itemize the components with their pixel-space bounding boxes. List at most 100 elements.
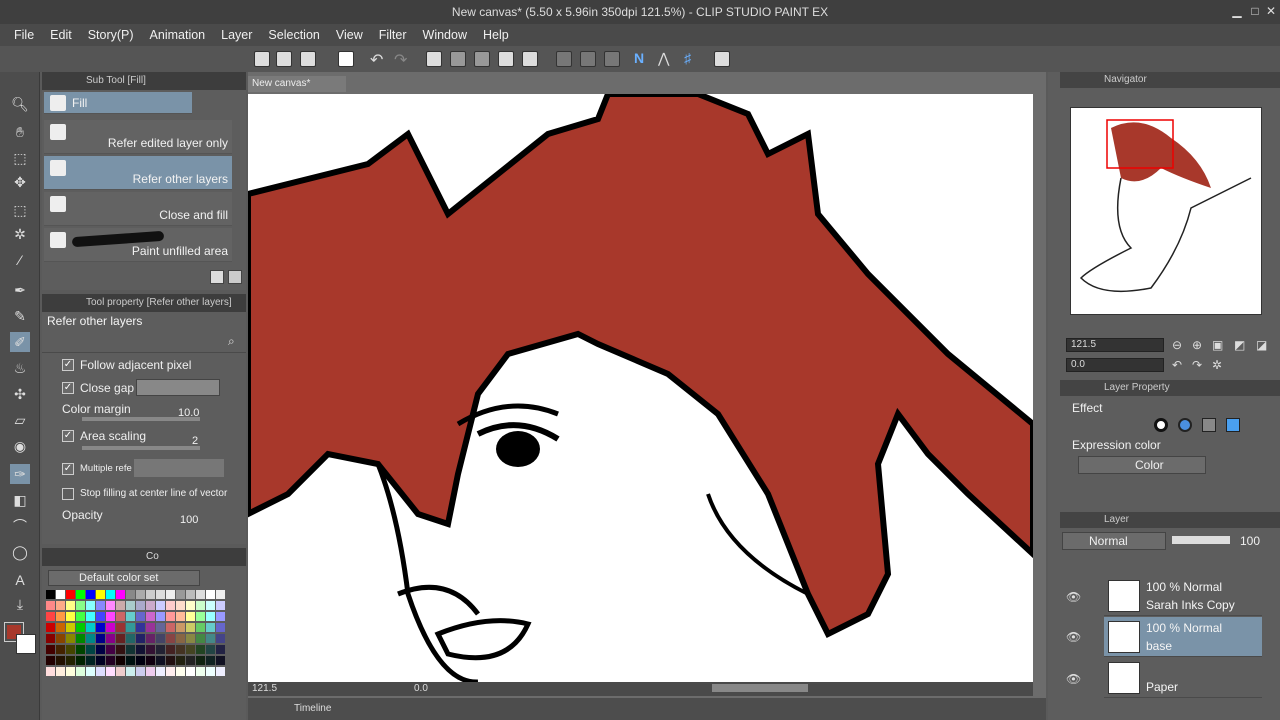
selection-tool-icon[interactable]: ⬚	[10, 200, 30, 220]
multiple-refer-options[interactable]	[134, 459, 224, 477]
close-gap-selector[interactable]	[136, 379, 220, 396]
color-swatch[interactable]	[176, 656, 185, 665]
color-swatch[interactable]	[106, 634, 115, 643]
color-swatch[interactable]	[76, 590, 85, 599]
color-swatch[interactable]	[116, 634, 125, 643]
color-swatch[interactable]	[126, 656, 135, 665]
subtool-item-close-fill[interactable]: Close and fill	[44, 192, 232, 226]
color-swatch[interactable]	[66, 645, 75, 654]
fill-tool-icon[interactable]: ✑	[10, 464, 30, 484]
close-button[interactable]: ✕	[1262, 3, 1280, 19]
reset-rotation-icon[interactable]: ✲	[1212, 358, 1222, 372]
colorset-dropdown[interactable]: Default color set	[48, 570, 200, 586]
horizontal-scrollbar[interactable]	[712, 684, 808, 692]
color-swatch[interactable]	[66, 656, 75, 665]
deselect-icon[interactable]	[474, 51, 490, 67]
menu-help[interactable]: Help	[475, 28, 517, 42]
color-swatch[interactable]	[126, 667, 135, 676]
color-swatch[interactable]	[56, 667, 65, 676]
color-swatch[interactable]	[196, 634, 205, 643]
menu-story[interactable]: Story(P)	[80, 28, 142, 42]
menu-view[interactable]: View	[328, 28, 371, 42]
color-swatch[interactable]	[106, 667, 115, 676]
color-swatch[interactable]	[56, 612, 65, 621]
color-swatch[interactable]	[206, 656, 215, 665]
blend-mode-dropdown[interactable]: Normal	[1062, 532, 1166, 550]
color-swatch[interactable]	[116, 623, 125, 632]
color-swatch[interactable]	[66, 601, 75, 610]
color-swatch[interactable]	[56, 645, 65, 654]
pencil-tool-icon[interactable]: ✎	[10, 306, 30, 326]
color-swatch[interactable]	[216, 590, 225, 599]
color-swatch[interactable]	[96, 656, 105, 665]
minimize-button[interactable]: ▁	[1228, 3, 1246, 19]
snap-special-ruler-icon[interactable]: ⋀	[658, 50, 669, 67]
subtool-item-refer-other[interactable]: Refer other layers	[44, 156, 232, 190]
color-swatch[interactable]	[126, 634, 135, 643]
color-swatch[interactable]	[186, 645, 195, 654]
invert-selection-icon[interactable]	[498, 51, 514, 67]
color-swatch[interactable]	[216, 645, 225, 654]
color-swatch[interactable]	[66, 612, 75, 621]
navigator-thumbnail[interactable]	[1070, 107, 1262, 315]
color-swatch[interactable]	[96, 590, 105, 599]
view-options-icon[interactable]	[714, 51, 730, 67]
search-icon[interactable]: ⌕	[228, 334, 235, 349]
color-swatch[interactable]	[166, 601, 175, 610]
color-swatch[interactable]	[96, 667, 105, 676]
decoration-tool-icon[interactable]: ✣	[10, 384, 30, 404]
pen-tool-icon[interactable]: ✒︎	[10, 280, 30, 300]
open-file-icon[interactable]	[276, 51, 292, 67]
color-swatch[interactable]	[166, 667, 175, 676]
color-swatch[interactable]	[86, 667, 95, 676]
color-swatch[interactable]	[166, 656, 175, 665]
color-swatch[interactable]	[86, 645, 95, 654]
move-layer-tool-icon[interactable]: ✥	[10, 172, 30, 192]
color-swatch[interactable]	[136, 612, 145, 621]
clear-icon[interactable]	[426, 51, 442, 67]
color-swatch[interactable]	[166, 590, 175, 599]
color-swatch[interactable]	[86, 601, 95, 610]
redo-icon[interactable]: ↷	[394, 50, 407, 70]
sub-color-swatch[interactable]	[16, 634, 36, 654]
multiple-refer-checkbox[interactable]: ✓	[62, 463, 74, 475]
color-swatch[interactable]	[176, 590, 185, 599]
color-swatch[interactable]	[196, 656, 205, 665]
color-swatch[interactable]	[46, 601, 55, 610]
eyedropper-tool-icon[interactable]: ⁄	[10, 250, 30, 270]
color-swatch[interactable]	[56, 601, 65, 610]
subtool-item-paint-unfilled[interactable]: Paint unfilled area	[44, 228, 232, 262]
color-swatch[interactable]	[156, 623, 165, 632]
text-tool-icon[interactable]: A	[10, 570, 30, 590]
color-swatch[interactable]	[46, 656, 55, 665]
navigator-tab[interactable]: Navigator	[1104, 74, 1147, 85]
color-swatch[interactable]	[206, 645, 215, 654]
stop-filling-checkbox[interactable]	[62, 488, 74, 500]
color-swatch[interactable]	[136, 623, 145, 632]
menu-selection[interactable]: Selection	[260, 28, 327, 42]
figure-tool-icon[interactable]: ⌒	[10, 516, 30, 536]
color-swatch[interactable]	[86, 612, 95, 621]
color-swatch[interactable]	[156, 634, 165, 643]
color-swatch[interactable]	[46, 590, 55, 599]
navigator-rotation-field[interactable]: 0.0	[1066, 358, 1164, 372]
color-swatch[interactable]	[46, 623, 55, 632]
color-swatch[interactable]	[56, 634, 65, 643]
color-swatch[interactable]	[136, 667, 145, 676]
fit-screen-icon[interactable]: ▣	[1212, 338, 1223, 352]
color-swatch[interactable]	[196, 667, 205, 676]
color-swatch[interactable]	[66, 590, 75, 599]
color-swatch[interactable]	[186, 612, 195, 621]
new-file-icon[interactable]	[254, 51, 270, 67]
subtool-item-refer-edited[interactable]: Refer edited layer only	[44, 120, 232, 154]
zoom-tool-icon[interactable]: 🔍︎	[10, 94, 30, 114]
color-swatch[interactable]	[166, 634, 175, 643]
operation-tool-icon[interactable]: ⬚	[10, 148, 30, 168]
color-swatch[interactable]	[86, 656, 95, 665]
color-swatch[interactable]	[146, 667, 155, 676]
gradient-tool-icon[interactable]: ◧	[10, 490, 30, 510]
color-swatch[interactable]	[116, 612, 125, 621]
color-swatch[interactable]	[206, 667, 215, 676]
color-swatch[interactable]	[166, 612, 175, 621]
color-swatch[interactable]	[136, 590, 145, 599]
